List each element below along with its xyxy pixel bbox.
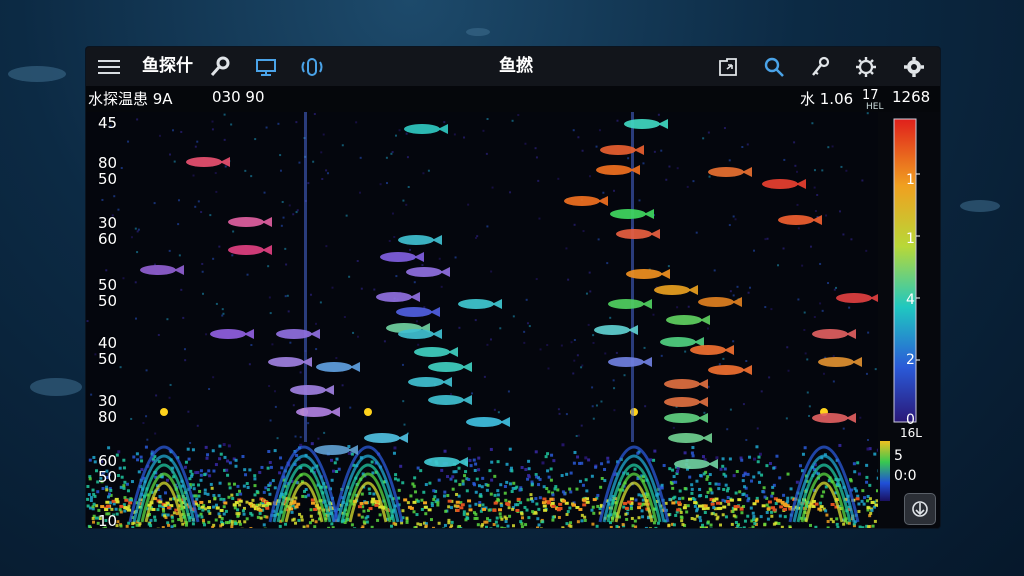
depth-label: 60	[98, 230, 118, 248]
depth-label: 50	[98, 292, 118, 310]
depth-label: 30	[98, 214, 118, 232]
scale-tick-label: 1	[906, 172, 915, 188]
depth-label: 80	[98, 154, 118, 172]
monitor-icon[interactable]	[252, 53, 280, 80]
settings-icon[interactable]	[900, 53, 928, 80]
background-fish	[960, 200, 1000, 212]
search-icon[interactable]	[760, 53, 788, 80]
fish-finder-app: 鱼探什 鱼撚 水探温患 9A 030 90 水 1.06 17 HEL 1268…	[86, 47, 940, 528]
depth-label: 30	[98, 392, 118, 410]
depth-label: 80	[98, 408, 118, 426]
depth-label: 50	[98, 276, 118, 294]
scale-max-value: 1268	[892, 88, 931, 106]
background-fish	[466, 28, 490, 36]
scale-tick-label: 4	[906, 292, 915, 308]
wrench-icon[interactable]	[206, 53, 234, 80]
background-fish	[30, 378, 82, 396]
depth-label: 40	[98, 334, 118, 352]
water-info-label: 水探温患 9A	[88, 90, 173, 108]
background-fish	[8, 66, 66, 82]
export-icon[interactable]	[714, 53, 742, 80]
status-bar: 水探温患 9A 030 90 水 1.06 17 HEL 1268	[86, 86, 940, 112]
unit-readout: 17	[862, 88, 879, 103]
depth-label: 45	[98, 114, 118, 132]
scale-tick-label: 2	[906, 352, 915, 368]
top-toolbar: 鱼探什 鱼撚	[86, 47, 940, 86]
download-icon	[912, 501, 928, 517]
screen-title: 鱼撚	[499, 56, 533, 76]
scale-small-label: HEL	[866, 102, 884, 112]
key-icon[interactable]	[806, 53, 834, 80]
water-readout: 水 1.06	[800, 90, 854, 108]
scale-bottom-label: 16L	[900, 426, 922, 440]
time-readout: 030 90	[212, 88, 265, 106]
mini-scale-label: 0:0	[894, 468, 917, 484]
depth-label: 10	[98, 512, 118, 529]
depth-label: 60	[98, 452, 118, 470]
hamburger-menu-icon[interactable]	[96, 53, 122, 80]
brand-label: 鱼探什	[142, 56, 193, 76]
transducer-icon[interactable]	[298, 53, 326, 80]
scale-tick-label: 1	[906, 231, 915, 247]
depth-label: 50	[98, 350, 118, 368]
sonar-canvas	[86, 112, 881, 528]
depth-label: 50	[98, 468, 118, 486]
sonar-view[interactable]: 45 80 50 30 60 50 50 40 50 30 80 60 50 10	[86, 112, 881, 529]
depth-label: 50	[98, 170, 118, 188]
mini-scale-label: 5	[894, 448, 903, 464]
color-scale-panel: 1 1 4 2 0 16L 5 0:0	[878, 112, 940, 528]
download-button[interactable]	[904, 493, 936, 525]
gear-icon[interactable]	[852, 53, 880, 80]
